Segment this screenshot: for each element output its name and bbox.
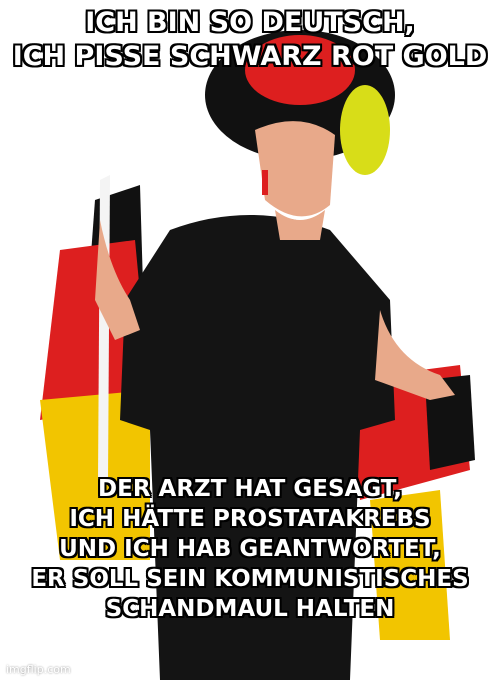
bottom-caption-line: SCHANDMAUL HALTEN	[105, 595, 396, 623]
bottom-caption-line: UND ICH HAB GEANTWORTET,	[58, 535, 442, 563]
bottom-caption-line: ICH HÄTTE PROSTATAKREBS	[68, 505, 431, 533]
bottom-caption: DER ARZT HAT GESAGT, ICH HÄTTE PROSTATAK…	[0, 474, 500, 624]
top-caption-line: ICH PISSE SCHWARZ ROT GOLD	[12, 40, 489, 73]
meme-canvas: ICH BIN SO DEUTSCH, ICH PISSE SCHWARZ RO…	[0, 0, 500, 680]
bottom-caption-line: DER ARZT HAT GESAGT,	[97, 475, 403, 503]
top-caption-line: ICH BIN SO DEUTSCH,	[84, 6, 416, 39]
top-caption: ICH BIN SO DEUTSCH, ICH PISSE SCHWARZ RO…	[0, 6, 500, 74]
bottom-caption-line: ER SOLL SEIN KOMMUNISTISCHES	[30, 565, 469, 593]
imgflip-watermark: imgflip.com	[6, 663, 71, 676]
